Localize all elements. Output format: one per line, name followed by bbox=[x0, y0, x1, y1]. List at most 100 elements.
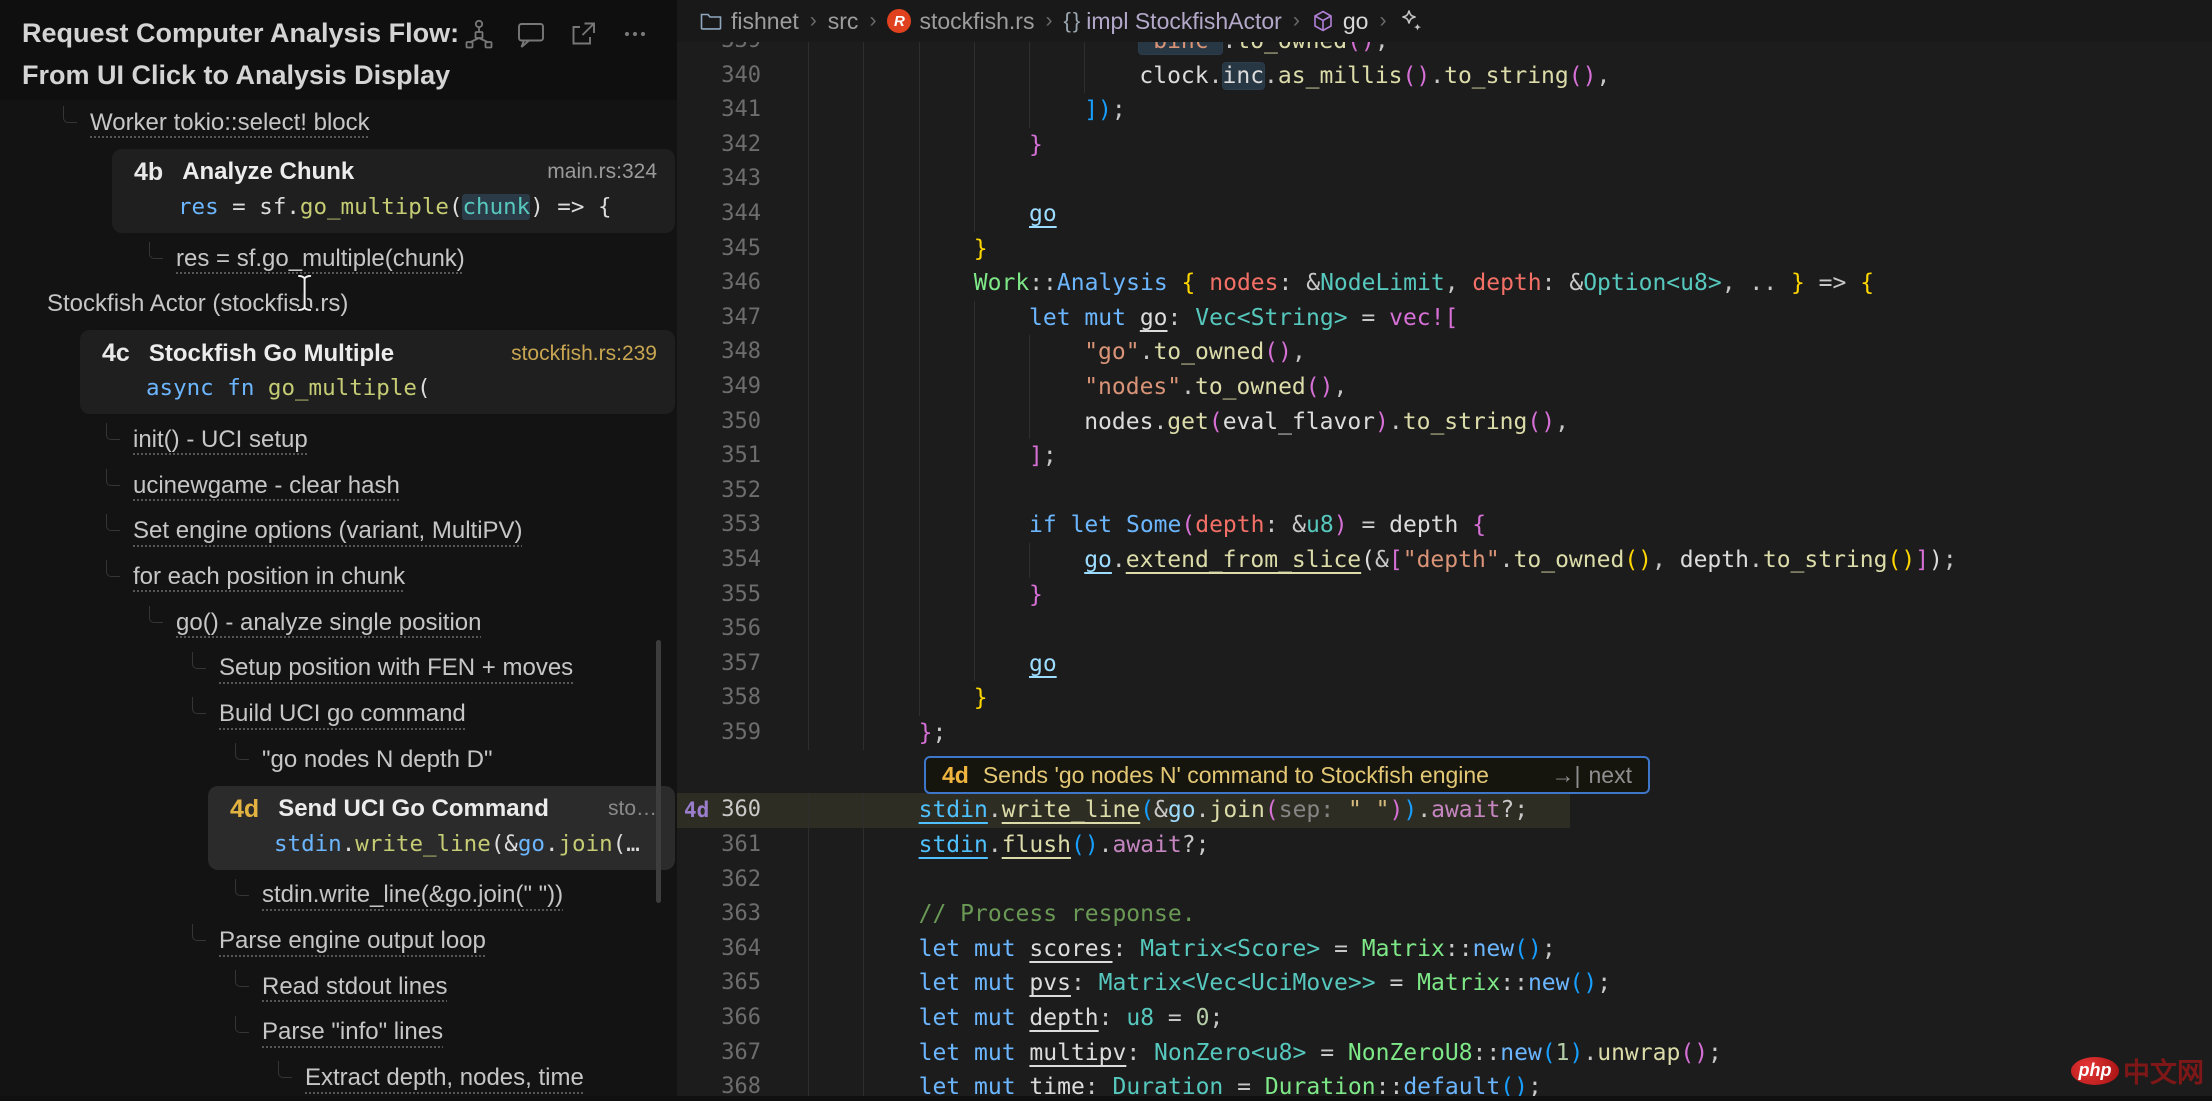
tree-item[interactable]: res = sf.go_multiple(chunk) bbox=[0, 236, 677, 282]
code-token: ] bbox=[1084, 97, 1098, 123]
code-token: { bbox=[1860, 270, 1874, 296]
card-file-ref[interactable]: sto… bbox=[608, 797, 657, 821]
flow-card-4d[interactable]: 4dSend UCI Go Commandsto…stdin.write_lin… bbox=[208, 786, 675, 870]
tree-item-label: Worker tokio::select! block bbox=[90, 109, 370, 137]
code-token: } bbox=[1791, 270, 1805, 296]
card-file-ref[interactable]: main.rs:324 bbox=[547, 160, 657, 184]
code-token: to_owned bbox=[1514, 547, 1625, 573]
code-token: = bbox=[1306, 1040, 1348, 1066]
code-token bbox=[214, 375, 228, 401]
annotation-next-button[interactable]: →| next bbox=[1552, 762, 1632, 789]
flow-card-4c[interactable]: 4cStockfish Go Multiplestockfish.rs:239a… bbox=[80, 330, 675, 414]
code-line-349: 349"nodes".to_owned(), bbox=[677, 370, 2212, 405]
code-token: ; bbox=[1112, 97, 1126, 123]
line-number: 345 bbox=[677, 232, 761, 267]
indent-guide bbox=[863, 128, 864, 163]
code-token: & bbox=[504, 831, 518, 857]
card-badge: 4c bbox=[102, 339, 130, 368]
tree-item-label: Read stdout lines bbox=[262, 973, 447, 1001]
code-token: . bbox=[1153, 409, 1167, 435]
code-token: res bbox=[178, 194, 219, 220]
code-token bbox=[1112, 512, 1126, 538]
tree-item[interactable]: init() - UCI setup bbox=[0, 417, 677, 463]
hierarchy-icon[interactable] bbox=[463, 18, 495, 50]
code-text: ]); bbox=[1084, 93, 1126, 128]
code-token: ( bbox=[491, 831, 505, 857]
tree-item[interactable]: ucinewgame - clear hash bbox=[0, 463, 677, 509]
tree-item-label: go() - analyze single position bbox=[176, 609, 482, 637]
breadcrumb-segment[interactable]: fishnet bbox=[699, 8, 799, 35]
code-token: => bbox=[1805, 270, 1860, 296]
line-number: 342 bbox=[677, 128, 761, 163]
code-text: let mut go: Vec<String> = vec![ bbox=[1029, 301, 1458, 336]
card-file-ref[interactable]: stockfish.rs:239 bbox=[511, 342, 657, 366]
line-number: 353 bbox=[677, 508, 761, 543]
indent-guide bbox=[808, 405, 809, 440]
code-token: ( bbox=[1500, 1074, 1514, 1096]
code-token: ( bbox=[449, 194, 463, 220]
tree-item[interactable]: Read stdout lines bbox=[0, 964, 677, 1010]
share-icon[interactable] bbox=[567, 18, 599, 50]
code-token: => { bbox=[544, 194, 612, 220]
indent-guide bbox=[974, 405, 975, 440]
code-token: , bbox=[1652, 547, 1680, 573]
tree-item[interactable]: Build UCI go command bbox=[0, 691, 677, 737]
indent-guide bbox=[919, 612, 920, 647]
rust-icon: R bbox=[887, 9, 911, 33]
breadcrumb-segment[interactable] bbox=[1397, 7, 1425, 35]
code-token: clock bbox=[1139, 63, 1208, 89]
code-token: ) bbox=[1694, 1040, 1708, 1066]
comment-icon[interactable] bbox=[515, 18, 547, 50]
indent-guide bbox=[863, 543, 864, 578]
code-token: . bbox=[1430, 63, 1444, 89]
line-number: 347 bbox=[677, 301, 761, 336]
tree-item[interactable]: go() - analyze single position bbox=[0, 600, 677, 646]
code-line-348: 348"go".to_owned(), bbox=[677, 335, 2212, 370]
code-token: nodes bbox=[1209, 270, 1278, 296]
tree-item[interactable]: Set engine options (variant, MultiPV) bbox=[0, 508, 677, 554]
code-editor[interactable]: fishnet›src›Rstockfish.rs›{ }impl Stockf… bbox=[677, 0, 2212, 1096]
code-token: = bbox=[1348, 512, 1390, 538]
tree-item[interactable]: stdin.write_line(&go.join(" ")) bbox=[0, 873, 677, 919]
tree-item[interactable]: Setup position with FEN + moves bbox=[0, 646, 677, 692]
tree-item[interactable]: "go nodes N depth D" bbox=[0, 737, 677, 783]
code-token: ] bbox=[1915, 547, 1929, 573]
code-token: . bbox=[1099, 832, 1113, 858]
code-token: sf bbox=[259, 194, 286, 220]
code-line-355: 355} bbox=[677, 578, 2212, 613]
sidebar-scrollbar[interactable] bbox=[656, 640, 661, 903]
indent-guide bbox=[974, 93, 975, 128]
indent-guide bbox=[863, 59, 864, 94]
code-token: scores bbox=[1029, 936, 1112, 962]
code-token: ( bbox=[1569, 63, 1583, 89]
breadcrumb-segment[interactable]: go bbox=[1311, 8, 1369, 35]
code-text: }; bbox=[919, 716, 947, 751]
indent-guide bbox=[863, 335, 864, 370]
flow-card-4b[interactable]: 4bAnalyze Chunkmain.rs:324res = sf.go_mu… bbox=[112, 149, 675, 233]
code-token: u8 bbox=[1126, 1005, 1154, 1031]
tree-item[interactable]: for each position in chunk bbox=[0, 554, 677, 600]
more-icon[interactable] bbox=[619, 18, 651, 50]
code-token: ; bbox=[1708, 1040, 1722, 1066]
indent-guide bbox=[808, 370, 809, 405]
tree-item[interactable]: Worker tokio::select! block bbox=[0, 100, 677, 146]
code-token: [ bbox=[1389, 547, 1403, 573]
line-number: 364 bbox=[677, 932, 761, 967]
tree-item[interactable]: Extract depth, nodes, time bbox=[0, 1055, 677, 1101]
code-token: ; bbox=[1209, 1005, 1223, 1031]
code-token: as_millis bbox=[1278, 63, 1403, 89]
indent-guide bbox=[863, 93, 864, 128]
breadcrumb-segment[interactable]: src bbox=[828, 8, 859, 35]
code-token: ) bbox=[1375, 409, 1389, 435]
code-area[interactable]: 339"binc".to_owned(),340clock.inc.as_mil… bbox=[677, 42, 2212, 1096]
indent-guide bbox=[863, 42, 864, 59]
tree-item[interactable]: Parse "info" lines bbox=[0, 1010, 677, 1056]
tree-item[interactable]: Stockfish Actor (stockfish.rs) bbox=[0, 281, 677, 327]
code-token: , .. bbox=[1722, 270, 1791, 296]
line-number: 361 bbox=[677, 828, 761, 863]
breadcrumb-segment[interactable]: Rstockfish.rs bbox=[887, 8, 1034, 35]
breadcrumb-segment[interactable]: { }impl StockfishActor bbox=[1063, 8, 1281, 35]
code-token: ) bbox=[1514, 1074, 1528, 1096]
tree-item[interactable]: Parse engine output loop bbox=[0, 918, 677, 964]
line-number: 366 bbox=[677, 1001, 761, 1036]
